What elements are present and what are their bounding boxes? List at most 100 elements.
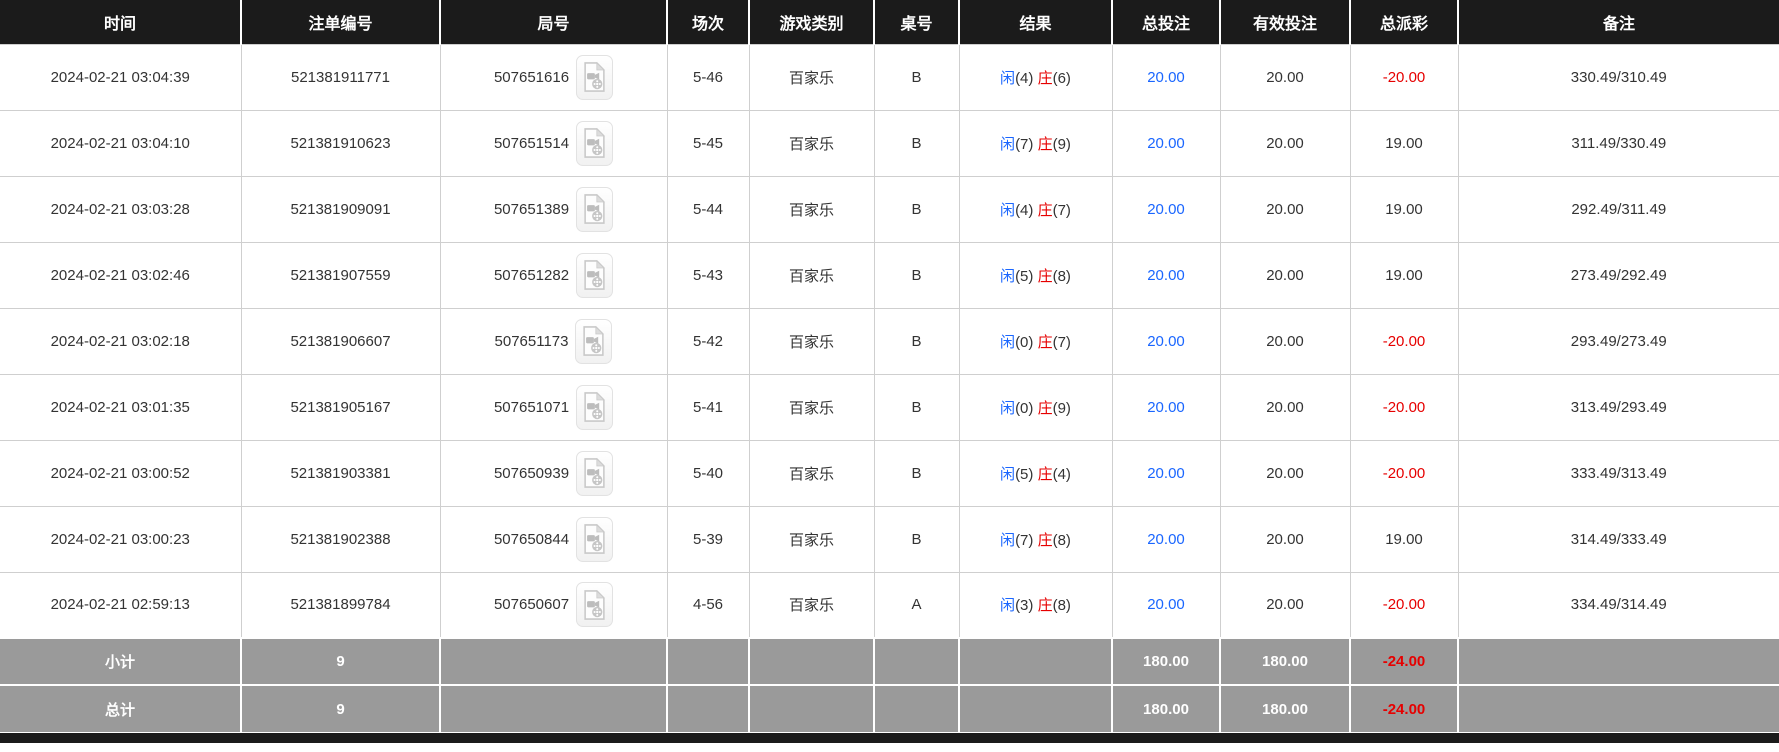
result-cell: 闲(7) 庄(9)	[958, 109, 1113, 177]
payout-cell: -20.00	[1349, 43, 1459, 111]
payout-cell: 19.00	[1349, 241, 1459, 309]
col-header-table-no: 桌号	[874, 0, 960, 44]
table-no-cell: B	[873, 505, 960, 573]
player-result-label: 闲	[1000, 399, 1016, 417]
valid-bet-cell: 20.00	[1219, 505, 1351, 573]
video-replay-button[interactable]	[575, 318, 613, 364]
payout-cell: 19.00	[1349, 175, 1459, 243]
subtotal-label: 小计	[0, 637, 242, 685]
time-cell: 2024-02-21 03:00:52	[0, 439, 242, 507]
player-result-score: (0)	[1015, 333, 1034, 351]
round-no-value: 507651173	[494, 332, 569, 350]
player-result-label: 闲	[1000, 465, 1016, 483]
video-file-icon	[582, 193, 607, 225]
time-cell: 2024-02-21 03:02:18	[0, 307, 242, 375]
total-bet-cell: 20.00	[1111, 241, 1221, 309]
valid-bet-cell: 20.00	[1219, 439, 1351, 507]
game-type-cell: 百家乐	[748, 43, 875, 111]
video-replay-button[interactable]	[576, 516, 614, 562]
video-replay-button[interactable]	[576, 252, 614, 298]
banker-result-label: 庄	[1037, 465, 1053, 483]
banker-result-label: 庄	[1037, 69, 1053, 87]
table-no-cell: B	[873, 43, 960, 111]
valid-bet-cell: 20.00	[1219, 571, 1351, 639]
session-cell: 5-46	[666, 43, 750, 111]
table-no-cell: B	[873, 109, 960, 177]
remark-cell: 333.49/313.49	[1457, 439, 1779, 507]
col-header-remark: 备注	[1458, 0, 1779, 44]
round-no-value: 507650844	[493, 530, 570, 548]
bottom-bar	[0, 733, 1779, 743]
table-no-cell: B	[873, 307, 960, 375]
video-replay-button[interactable]	[576, 120, 614, 166]
table-row: 2024-02-21 03:04:10 521381910623 5076515…	[0, 109, 1779, 177]
banker-result-label: 庄	[1037, 531, 1053, 549]
total-bet-cell: 20.00	[1111, 373, 1221, 441]
bet-no-cell: 521381903381	[240, 439, 441, 507]
time-cell: 2024-02-21 03:01:35	[0, 373, 242, 441]
col-header-result: 结果	[959, 0, 1113, 44]
round-no-value: 507651282	[493, 266, 570, 284]
banker-result-score: (7)	[1052, 333, 1071, 351]
session-cell: 5-43	[666, 241, 750, 309]
session-cell: 5-41	[666, 373, 750, 441]
round-no-cell: 507651173	[439, 307, 668, 375]
banker-result-label: 庄	[1037, 333, 1053, 351]
valid-bet-cell: 20.00	[1219, 373, 1351, 441]
table-row: 2024-02-21 03:02:46 521381907559 5076512…	[0, 241, 1779, 309]
payout-cell: 19.00	[1349, 505, 1459, 573]
banker-result-label: 庄	[1037, 201, 1053, 219]
valid-bet-cell: 20.00	[1219, 109, 1351, 177]
banker-result-score: (7)	[1052, 201, 1071, 219]
banker-result-score: (9)	[1052, 399, 1071, 417]
session-cell: 5-44	[666, 175, 750, 243]
round-no-value: 507650607	[493, 596, 570, 614]
player-result-label: 闲	[1000, 201, 1016, 219]
col-header-payout: 总派彩	[1350, 0, 1459, 44]
video-replay-button[interactable]	[576, 384, 614, 430]
valid-bet-cell: 20.00	[1219, 307, 1351, 375]
banker-result-score: (6)	[1052, 69, 1071, 87]
time-cell: 2024-02-21 03:02:46	[0, 241, 242, 309]
video-replay-button[interactable]	[576, 54, 614, 100]
remark-cell: 314.49/333.49	[1457, 505, 1779, 573]
video-file-icon	[582, 127, 607, 159]
video-replay-button[interactable]	[576, 186, 614, 232]
result-cell: 闲(5) 庄(4)	[958, 439, 1113, 507]
video-replay-button[interactable]	[576, 450, 614, 496]
table-row: 2024-02-21 03:03:28 521381909091 5076513…	[0, 175, 1779, 243]
bet-no-cell: 521381909091	[240, 175, 441, 243]
round-no-cell: 507651282	[439, 241, 668, 309]
total-bet-cell: 20.00	[1111, 307, 1221, 375]
video-file-icon	[582, 523, 607, 555]
round-no-cell: 507651389	[439, 175, 668, 243]
video-file-icon	[582, 61, 607, 93]
bet-records-table: 时间 注单编号 局号 场次 游戏类别 桌号 结果 总投注 有效投注 总派彩 备注…	[0, 0, 1779, 732]
banker-result-score: (8)	[1052, 597, 1071, 615]
game-type-cell: 百家乐	[748, 109, 875, 177]
payout-cell: -20.00	[1349, 571, 1459, 639]
player-result-label: 闲	[1000, 135, 1016, 153]
payout-cell: -20.00	[1349, 373, 1459, 441]
time-cell: 2024-02-21 03:03:28	[0, 175, 242, 243]
remark-cell: 313.49/293.49	[1457, 373, 1779, 441]
player-result-score: (4)	[1015, 201, 1034, 219]
banker-result-label: 庄	[1037, 267, 1053, 285]
remark-cell: 273.49/292.49	[1457, 241, 1779, 309]
game-type-cell: 百家乐	[748, 307, 875, 375]
table-row: 2024-02-21 03:00:23 521381902388 5076508…	[0, 505, 1779, 573]
player-result-score: (4)	[1015, 69, 1034, 87]
subtotal-row: 小计 9 180.00 180.00 -24.00	[0, 637, 1779, 685]
round-no-value: 507651389	[493, 200, 570, 218]
session-cell: 5-45	[666, 109, 750, 177]
bet-no-cell: 521381905167	[240, 373, 441, 441]
game-type-cell: 百家乐	[748, 571, 875, 639]
payout-cell: 19.00	[1349, 109, 1459, 177]
result-cell: 闲(7) 庄(8)	[958, 505, 1113, 573]
result-cell: 闲(0) 庄(7)	[958, 307, 1113, 375]
banker-result-label: 庄	[1037, 597, 1053, 615]
video-replay-button[interactable]	[576, 582, 614, 628]
table-header: 时间 注单编号 局号 场次 游戏类别 桌号 结果 总投注 有效投注 总派彩 备注	[0, 0, 1779, 44]
game-type-cell: 百家乐	[748, 505, 875, 573]
result-cell: 闲(3) 庄(8)	[958, 571, 1113, 639]
